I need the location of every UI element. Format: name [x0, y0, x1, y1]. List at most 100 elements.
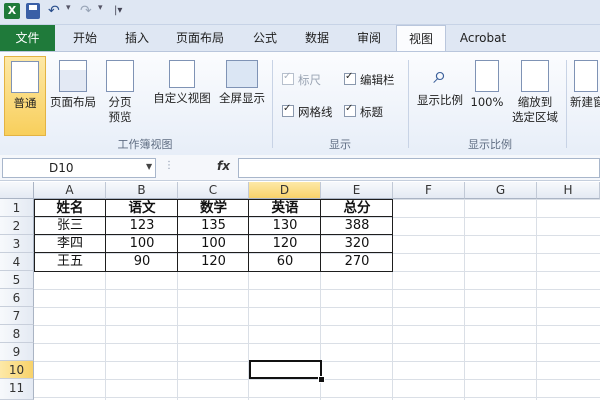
active-cell-d10[interactable] [249, 360, 322, 379]
tab-insert[interactable]: 插入 [114, 25, 160, 51]
name-box-dropdown-icon[interactable]: ▼ [146, 162, 152, 171]
row-header-7[interactable]: 7 [0, 307, 34, 325]
new-window-button[interactable]: 新建窗 [570, 56, 600, 134]
gridlines-checkbox[interactable]: 网格线 [282, 103, 333, 120]
cell-a3[interactable]: 李四 [34, 235, 106, 253]
group-separator [566, 60, 567, 148]
column-header-e[interactable]: E [321, 182, 393, 199]
custom-views-label: 自定义视图 [153, 91, 211, 105]
normal-view-label: 普通 [13, 96, 37, 110]
tab-review[interactable]: 审阅 [346, 25, 392, 51]
undo-dropdown-icon[interactable]: ▾ [66, 3, 71, 19]
tab-file[interactable]: 文件 [0, 25, 55, 51]
formula-input[interactable] [238, 158, 600, 178]
zoom-button[interactable]: ⌕ 显示比例 [414, 56, 466, 134]
cell-e1[interactable]: 总分 [321, 199, 393, 217]
group-separator [408, 60, 409, 148]
row-header-10[interactable]: 10 [0, 361, 34, 379]
cell-e3[interactable]: 320 [321, 235, 393, 253]
excel-logo-icon: X [4, 3, 20, 19]
tab-formulas[interactable]: 公式 [242, 25, 288, 51]
zoom-100-button[interactable]: 100% [468, 56, 506, 134]
zoom-selection-label-1: 缩放到 [517, 95, 553, 109]
table-border [34, 216, 393, 217]
headings-check-icon [344, 103, 356, 117]
customize-toolbar-icon[interactable]: |▾ [114, 3, 124, 19]
formula-bar: D10 ▼ ⋮ fx [0, 155, 600, 181]
row-header-3[interactable]: 3 [0, 235, 34, 253]
table-border [34, 234, 393, 235]
column-header-h[interactable]: H [537, 182, 600, 199]
tab-data[interactable]: 数据 [294, 25, 340, 51]
fill-handle[interactable] [318, 376, 325, 383]
full-screen-button[interactable]: 全屏显示 [216, 56, 268, 134]
row-header-9[interactable]: 9 [0, 343, 34, 361]
page-break-preview-button[interactable]: 分页 预览 [102, 56, 138, 134]
page-layout-view-button[interactable]: 页面布局 [46, 56, 100, 134]
normal-view-button[interactable]: 普通 [4, 56, 46, 136]
new-window-icon [574, 60, 598, 92]
row-header-8[interactable]: 8 [0, 325, 34, 343]
row-header-1[interactable]: 1 [0, 199, 34, 217]
page-break-icon [106, 60, 134, 92]
cell-d3[interactable]: 120 [249, 235, 321, 253]
cell-e2[interactable]: 388 [321, 217, 393, 235]
custom-views-button[interactable]: 自定义视图 [150, 56, 214, 134]
row-header-4[interactable]: 4 [0, 253, 34, 271]
gridlines-check-icon [282, 103, 294, 117]
cell-c3[interactable]: 100 [178, 235, 249, 253]
headings-checkbox[interactable]: 标题 [344, 103, 383, 120]
redo-icon[interactable]: ↷ [80, 3, 96, 19]
column-header-f[interactable]: F [393, 182, 465, 199]
column-header-b[interactable]: B [106, 182, 178, 199]
page-break-label-2: 预览 [108, 110, 132, 124]
cell-d1[interactable]: 英语 [249, 199, 321, 217]
cell-d4[interactable]: 60 [249, 253, 321, 271]
column-header-a[interactable]: A [34, 182, 106, 199]
column-header-c[interactable]: C [178, 182, 249, 199]
cell-c1[interactable]: 数学 [178, 199, 249, 217]
redo-dropdown-icon[interactable]: ▾ [98, 3, 103, 19]
full-screen-label: 全屏显示 [219, 91, 265, 105]
column-header-d[interactable]: D [249, 182, 321, 199]
cell-c4[interactable]: 120 [178, 253, 249, 271]
cell-a4[interactable]: 王五 [34, 253, 106, 271]
save-icon[interactable] [26, 3, 40, 19]
group-label-show: 显示 [329, 138, 351, 151]
zoom-100-label: 100% [470, 95, 504, 109]
cell-b2[interactable]: 123 [106, 217, 178, 235]
row-header-5[interactable]: 5 [0, 271, 34, 289]
group-label-zoom: 显示比例 [468, 138, 512, 151]
cell-c2[interactable]: 135 [178, 217, 249, 235]
ruler-label: 标尺 [298, 73, 321, 87]
cell-d2[interactable]: 130 [249, 217, 321, 235]
ruler-checkbox[interactable]: 标尺 [282, 71, 321, 88]
column-header-g[interactable]: G [465, 182, 537, 199]
row-header-11[interactable]: 11 [0, 379, 34, 400]
tab-acrobat[interactable]: Acrobat [452, 25, 514, 51]
cell-a1[interactable]: 姓名 [34, 199, 106, 217]
tab-page-layout[interactable]: 页面布局 [166, 25, 234, 51]
table-border [177, 199, 178, 272]
row-header-6[interactable]: 6 [0, 289, 34, 307]
cell-b1[interactable]: 语文 [106, 199, 178, 217]
cell-a2[interactable]: 张三 [34, 217, 106, 235]
cell-b3[interactable]: 100 [106, 235, 178, 253]
select-all-corner[interactable] [0, 182, 34, 199]
tab-view[interactable]: 视图 [396, 25, 446, 53]
formula-bar-checkbox[interactable]: 编辑栏 [344, 71, 395, 88]
formula-bar-label: 编辑栏 [360, 73, 395, 87]
formula-bar-grip-icon[interactable]: ⋮ [164, 160, 174, 174]
cell-b4[interactable]: 90 [106, 253, 178, 271]
zoom-to-selection-button[interactable]: 缩放到 选定区域 [508, 56, 562, 134]
cell-e4[interactable]: 270 [321, 253, 393, 271]
magnifier-icon: ⌕ [433, 61, 447, 89]
undo-icon[interactable]: ↶ [48, 3, 64, 19]
table-border [105, 199, 106, 272]
row-header-2[interactable]: 2 [0, 217, 34, 235]
name-box[interactable]: D10 [2, 158, 156, 178]
group-separator [272, 60, 273, 148]
tab-home[interactable]: 开始 [62, 25, 108, 51]
insert-function-icon[interactable]: fx [217, 159, 230, 173]
zoom-label: 显示比例 [417, 93, 463, 107]
